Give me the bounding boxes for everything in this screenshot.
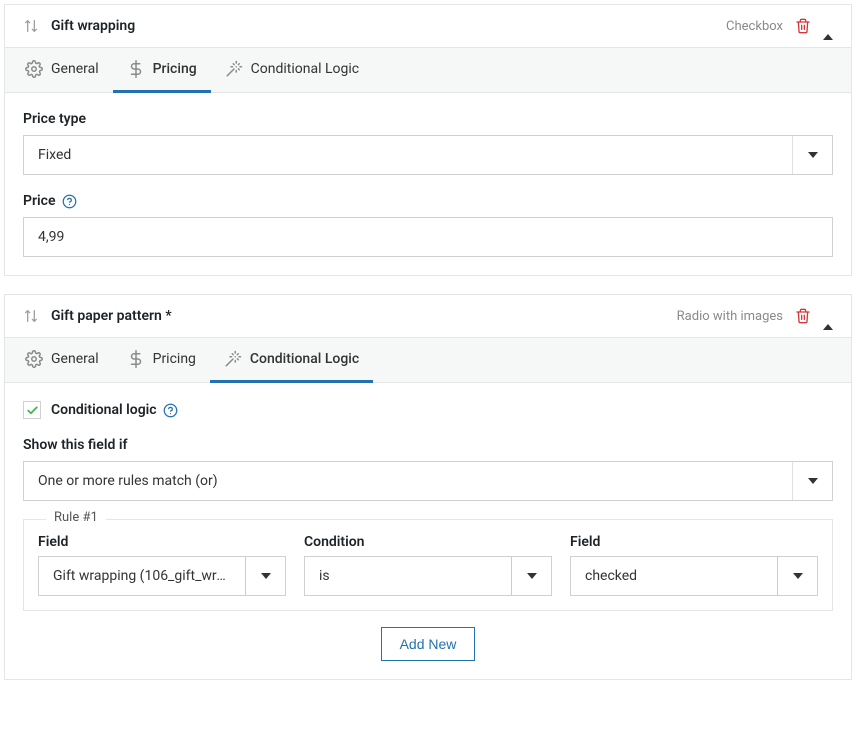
gear-icon xyxy=(25,60,43,78)
label-text: Price xyxy=(23,193,56,209)
select-handle xyxy=(792,462,832,500)
rule-condition-col: Condition is xyxy=(304,534,552,596)
tab-bar: General Pricing Conditional Logic xyxy=(5,48,851,93)
wand-icon xyxy=(224,350,242,368)
caret-down-icon xyxy=(261,573,271,579)
select-handle xyxy=(511,557,551,595)
tab-pricing[interactable]: Pricing xyxy=(113,338,210,383)
tab-label: Conditional Logic xyxy=(250,351,359,367)
check-icon xyxy=(26,404,39,417)
rule-fieldset: Rule #1 Field Gift wrapping (106_gift_wr… xyxy=(23,519,833,611)
select-handle xyxy=(792,136,832,174)
add-new-row: Add New xyxy=(23,627,833,661)
tab-label: General xyxy=(51,351,99,367)
rule-condition-label: Condition xyxy=(304,534,552,550)
panel-type-label: Radio with images xyxy=(677,309,783,324)
panel-title: Gift paper pattern * xyxy=(51,308,665,324)
tab-general[interactable]: General xyxy=(11,338,113,383)
price-type-select[interactable]: Fixed xyxy=(23,135,833,175)
collapse-toggle[interactable] xyxy=(823,18,833,34)
rule-field-select[interactable]: Gift wrapping (106_gift_wrappi... xyxy=(38,556,286,596)
panel-title: Gift wrapping xyxy=(51,18,714,34)
conditional-logic-checkbox-row: Conditional logic xyxy=(23,401,833,419)
tab-bar: General Pricing Conditional Logic xyxy=(5,338,851,383)
select-value: One or more rules match (or) xyxy=(24,473,792,489)
caret-up-icon xyxy=(823,308,833,330)
tab-label: Conditional Logic xyxy=(251,61,359,77)
rule-condition-select[interactable]: is xyxy=(304,556,552,596)
drag-handle-icon[interactable] xyxy=(23,308,39,324)
select-handle xyxy=(777,557,817,595)
tab-general[interactable]: General xyxy=(11,48,113,93)
conditional-logic-checkbox[interactable] xyxy=(23,401,41,419)
dollar-icon xyxy=(127,350,145,368)
caret-down-icon xyxy=(808,478,818,484)
rule-grid: Field Gift wrapping (106_gift_wrappi... … xyxy=(38,534,818,596)
label-text: Conditional logic xyxy=(51,402,157,418)
tab-label: Pricing xyxy=(153,351,196,367)
caret-down-icon xyxy=(808,152,818,158)
price-input[interactable] xyxy=(23,217,833,257)
caret-down-icon xyxy=(527,573,537,579)
price-type-row: Price type Fixed xyxy=(23,111,833,175)
select-value: Gift wrapping (106_gift_wrappi... xyxy=(39,568,245,584)
wand-icon xyxy=(225,60,243,78)
rule-field-col: Field Gift wrapping (106_gift_wrappi... xyxy=(38,534,286,596)
delete-button[interactable] xyxy=(795,307,811,325)
rule-field-label: Field xyxy=(38,534,286,550)
gear-icon xyxy=(25,350,43,368)
select-handle xyxy=(245,557,285,595)
panel-body: Conditional logic Show this field if One… xyxy=(5,383,851,679)
select-value: is xyxy=(305,568,511,584)
show-if-label: Show this field if xyxy=(23,437,833,453)
rule-legend: Rule #1 xyxy=(46,510,106,525)
tab-label: General xyxy=(51,61,99,77)
rule-value-col: Field checked xyxy=(570,534,818,596)
panel-header: Gift wrapping Checkbox xyxy=(5,5,851,48)
price-row: Price xyxy=(23,193,833,257)
caret-down-icon xyxy=(793,573,803,579)
help-icon[interactable] xyxy=(163,403,178,418)
tab-pricing[interactable]: Pricing xyxy=(113,48,211,93)
rule-value-select[interactable]: checked xyxy=(570,556,818,596)
tab-conditional-logic[interactable]: Conditional Logic xyxy=(211,48,373,93)
tab-label: Pricing xyxy=(153,61,197,77)
select-value: checked xyxy=(571,568,777,584)
drag-handle-icon[interactable] xyxy=(23,18,39,34)
show-if-select[interactable]: One or more rules match (or) xyxy=(23,461,833,501)
select-value: Fixed xyxy=(24,147,792,163)
conditional-logic-label: Conditional logic xyxy=(51,402,178,418)
dollar-icon xyxy=(127,60,145,78)
delete-button[interactable] xyxy=(795,17,811,35)
tab-conditional-logic[interactable]: Conditional Logic xyxy=(210,338,373,383)
panel-type-label: Checkbox xyxy=(726,19,783,34)
price-type-label: Price type xyxy=(23,111,833,127)
caret-up-icon xyxy=(823,18,833,40)
panel-header: Gift paper pattern * Radio with images xyxy=(5,295,851,338)
show-if-row: Show this field if One or more rules mat… xyxy=(23,437,833,501)
field-panel-gift-paper-pattern: Gift paper pattern * Radio with images G… xyxy=(4,294,852,680)
collapse-toggle[interactable] xyxy=(823,308,833,324)
rule-value-label: Field xyxy=(570,534,818,550)
field-panel-gift-wrapping: Gift wrapping Checkbox General Pricing C… xyxy=(4,4,852,276)
price-label: Price xyxy=(23,193,833,209)
add-new-button[interactable]: Add New xyxy=(381,627,476,661)
help-icon[interactable] xyxy=(62,194,77,209)
panel-body: Price type Fixed Price xyxy=(5,93,851,275)
